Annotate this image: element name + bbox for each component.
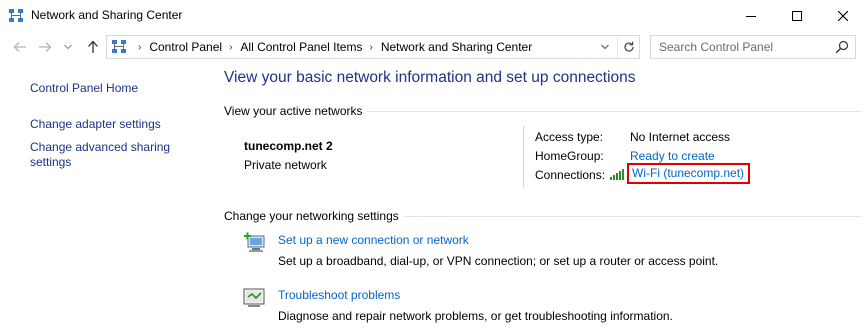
breadcrumb-control-panel[interactable]: Control Panel	[149, 40, 222, 54]
section-divider	[404, 216, 861, 217]
recent-locations-button[interactable]	[61, 37, 75, 57]
breadcrumb-all-items[interactable]: All Control Panel Items	[240, 40, 362, 54]
refresh-button[interactable]	[617, 36, 639, 58]
sidebar-item-control-panel-home[interactable]: Control Panel Home	[30, 81, 138, 96]
address-bar[interactable]: › Control Panel › All Control Panel Item…	[106, 35, 640, 59]
access-type-label: Access type:	[535, 130, 604, 144]
minimize-icon	[746, 15, 756, 17]
troubleshoot-description: Diagnose and repair network problems, or…	[278, 309, 673, 323]
close-icon	[838, 10, 848, 21]
new-connection-icon	[244, 232, 265, 252]
close-button[interactable]	[820, 0, 866, 31]
wifi-signal-icon	[610, 168, 624, 180]
back-arrow-icon	[13, 42, 26, 52]
breadcrumb-network-center[interactable]: Network and Sharing Center	[381, 40, 532, 54]
address-dropdown-button[interactable]	[595, 36, 615, 58]
title-bar: Network and Sharing Center	[0, 0, 866, 31]
breadcrumb-separator-icon[interactable]: ›	[369, 42, 372, 53]
refresh-icon	[623, 41, 634, 52]
minimize-button[interactable]	[728, 0, 774, 31]
sidebar: Control Panel Home Change adapter settin…	[0, 63, 212, 329]
search-input[interactable]	[651, 36, 827, 58]
page-title: View your basic network information and …	[224, 69, 636, 86]
window-title: Network and Sharing Center	[31, 8, 183, 22]
active-networks-heading: View your active networks	[224, 104, 363, 118]
chevron-down-icon	[601, 44, 609, 50]
forward-arrow-icon	[39, 42, 52, 52]
network-type: Private network	[244, 158, 327, 172]
up-arrow-icon	[88, 40, 98, 53]
search-box[interactable]	[650, 35, 856, 59]
network-center-icon	[9, 9, 23, 22]
connections-label: Connections:	[535, 168, 606, 182]
homegroup-label: HomeGroup:	[535, 149, 604, 163]
sidebar-item-change-advanced-sharing[interactable]: Change advanced sharing	[30, 140, 170, 155]
back-button[interactable]	[10, 37, 30, 57]
network-name: tunecomp.net 2	[244, 139, 333, 153]
troubleshoot-link[interactable]: Troubleshoot problems	[278, 288, 400, 302]
breadcrumb-separator-icon[interactable]: ›	[138, 42, 141, 53]
maximize-icon	[792, 10, 802, 21]
wifi-connection-link[interactable]: Wi-Fi (tunecomp.net)	[627, 163, 751, 184]
change-settings-heading: Change your networking settings	[224, 209, 399, 223]
setup-connection-description: Set up a broadband, dial-up, or VPN conn…	[278, 254, 719, 268]
chevron-down-icon	[64, 44, 72, 50]
address-row: › Control Panel › All Control Panel Item…	[0, 31, 866, 63]
maximize-button[interactable]	[774, 0, 820, 31]
search-icon[interactable]	[835, 40, 849, 54]
vertical-divider	[523, 126, 524, 188]
access-type-value: No Internet access	[630, 130, 731, 144]
homegroup-link[interactable]: Ready to create	[630, 149, 715, 163]
up-button[interactable]	[83, 37, 103, 57]
sidebar-item-change-advanced-sharing-line2[interactable]: settings	[30, 155, 71, 170]
setup-connection-link[interactable]: Set up a new connection or network	[278, 233, 469, 247]
forward-button[interactable]	[35, 37, 55, 57]
section-divider	[367, 111, 861, 112]
connections-value: Wi-Fi (tunecomp.net)	[610, 163, 751, 184]
sidebar-item-change-adapter-settings[interactable]: Change adapter settings	[30, 117, 161, 132]
main-content: View your basic network information and …	[224, 63, 866, 329]
troubleshoot-icon	[243, 288, 265, 307]
breadcrumb: › Control Panel › All Control Panel Item…	[131, 36, 532, 58]
breadcrumb-separator-icon[interactable]: ›	[229, 42, 232, 53]
control-panel-icon	[112, 40, 126, 53]
